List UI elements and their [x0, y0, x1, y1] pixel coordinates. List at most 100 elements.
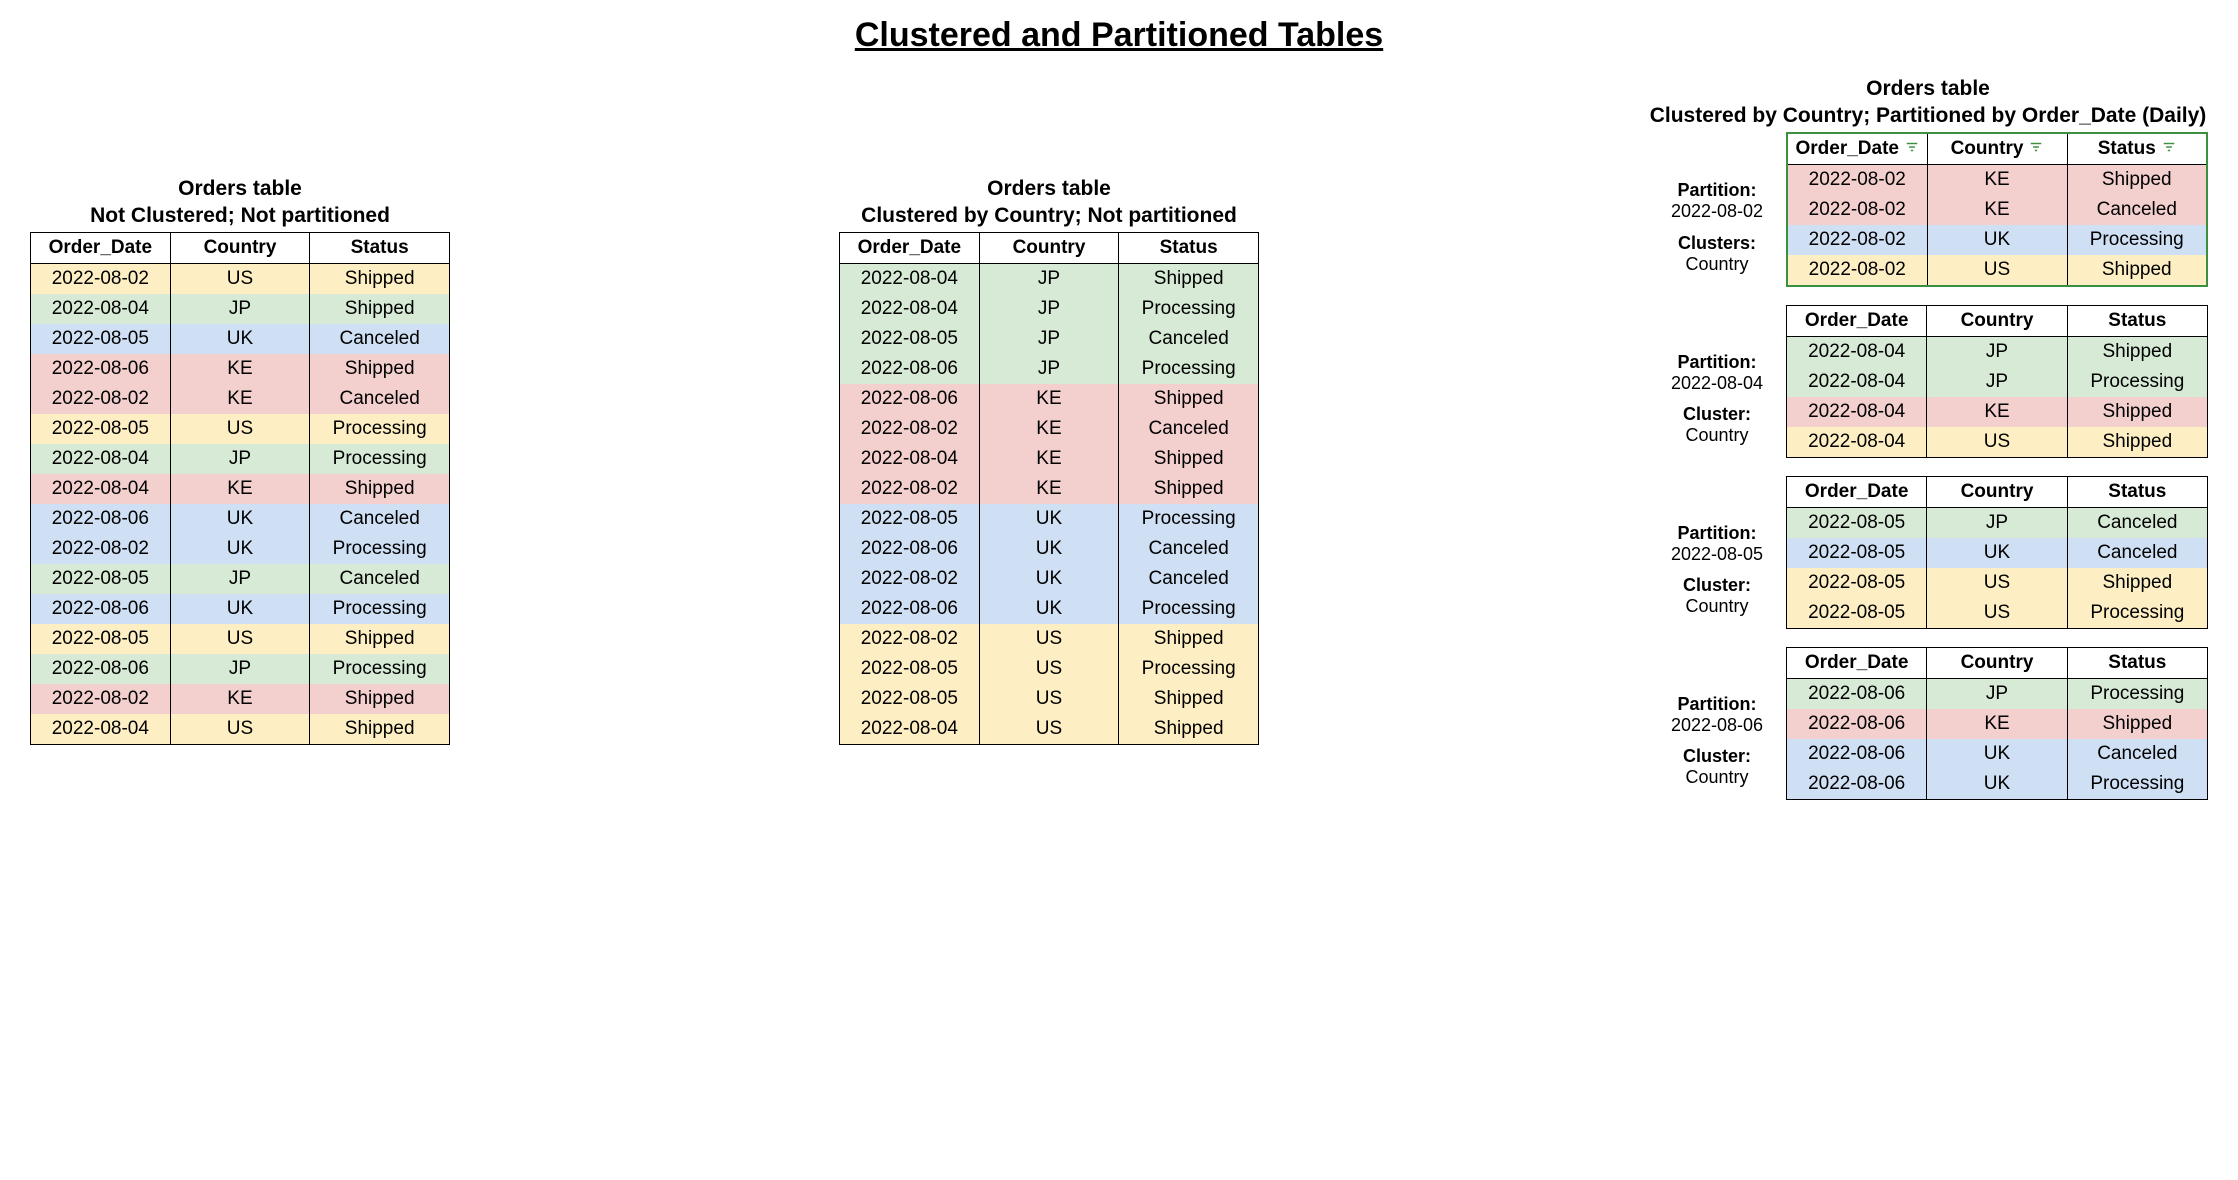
- cell-country: UK: [1927, 538, 2067, 568]
- cell-order-date: 2022-08-05: [31, 414, 171, 444]
- cell-country: US: [170, 414, 310, 444]
- column-header: Order_Date: [840, 232, 980, 263]
- table-row: 2022-08-05USShipped: [31, 624, 450, 654]
- cell-status: Processing: [1119, 294, 1259, 324]
- cell-country: US: [1927, 255, 2067, 286]
- cell-country: US: [1927, 568, 2067, 598]
- partition-table: Order_DateCountryStatus2022-08-06JPProce…: [1786, 647, 2208, 800]
- cell-status: Canceled: [1119, 324, 1259, 354]
- cell-country: KE: [170, 684, 310, 714]
- cluster-label: Cluster:: [1683, 746, 1751, 766]
- cell-order-date: 2022-08-05: [31, 624, 171, 654]
- partition-table: Order_DateCountryStatus2022-08-02KEShipp…: [1786, 132, 2208, 287]
- cell-country: UK: [170, 534, 310, 564]
- table-row: 2022-08-05USProcessing: [31, 414, 450, 444]
- cell-status: Canceled: [1119, 564, 1259, 594]
- cell-country: JP: [1927, 336, 2067, 367]
- cell-order-date: 2022-08-02: [840, 564, 980, 594]
- cell-status: Shipped: [1119, 384, 1259, 414]
- cell-status: Shipped: [2067, 709, 2207, 739]
- table2-title-line1: Orders table: [839, 175, 1259, 202]
- table2: Order_DateCountryStatus2022-08-04JPShipp…: [839, 232, 1259, 745]
- table-row: 2022-08-06UKProcessing: [31, 594, 450, 624]
- cell-country: KE: [170, 474, 310, 504]
- table3-title-line2: Clustered by Country; Partitioned by Ord…: [1648, 102, 2208, 129]
- cell-status: Processing: [2067, 367, 2207, 397]
- cell-order-date: 2022-08-04: [31, 714, 171, 745]
- table-row: 2022-08-06KEShipped: [1787, 709, 2208, 739]
- table-row: 2022-08-04KEShipped: [31, 474, 450, 504]
- filter-icon: [1905, 138, 1919, 160]
- cell-order-date: 2022-08-02: [840, 624, 980, 654]
- cell-country: US: [1927, 427, 2067, 458]
- cell-country: US: [979, 684, 1119, 714]
- cell-country: JP: [170, 654, 310, 684]
- table-row: 2022-08-05JPCanceled: [1787, 507, 2208, 538]
- table-row: 2022-08-02KECanceled: [840, 414, 1259, 444]
- cell-order-date: 2022-08-02: [840, 414, 980, 444]
- cell-status: Shipped: [310, 263, 450, 294]
- cell-country: UK: [170, 324, 310, 354]
- cell-order-date: 2022-08-06: [840, 354, 980, 384]
- cell-order-date: 2022-08-06: [1787, 678, 1927, 709]
- table-row: 2022-08-04KEShipped: [1787, 397, 2208, 427]
- cell-country: KE: [979, 444, 1119, 474]
- column-header: Order_Date: [31, 232, 171, 263]
- table2-title: Orders table Clustered by Country; Not p…: [839, 175, 1259, 230]
- cell-order-date: 2022-08-02: [1787, 195, 1927, 225]
- table3-title-line1: Orders table: [1648, 75, 2208, 102]
- cell-country: UK: [170, 504, 310, 534]
- cell-country: US: [170, 624, 310, 654]
- table-row: 2022-08-04JPShipped: [840, 263, 1259, 294]
- cell-status: Canceled: [310, 504, 450, 534]
- cell-status: Processing: [310, 534, 450, 564]
- cell-country: KE: [1927, 195, 2067, 225]
- filter-icon: [2029, 138, 2043, 160]
- table-row: 2022-08-04JPShipped: [1787, 336, 2208, 367]
- cell-country: JP: [170, 444, 310, 474]
- cell-order-date: 2022-08-04: [840, 444, 980, 474]
- cell-order-date: 2022-08-05: [840, 684, 980, 714]
- cell-order-date: 2022-08-06: [1787, 739, 1927, 769]
- cell-country: JP: [1927, 678, 2067, 709]
- cell-status: Shipped: [2067, 336, 2207, 367]
- cell-order-date: 2022-08-05: [840, 324, 980, 354]
- cell-country: UK: [1927, 739, 2067, 769]
- table-row: 2022-08-05UKCanceled: [31, 324, 450, 354]
- cell-order-date: 2022-08-06: [1787, 709, 1927, 739]
- table-row: 2022-08-06KEShipped: [840, 384, 1259, 414]
- cell-order-date: 2022-08-06: [1787, 769, 1927, 800]
- cell-order-date: 2022-08-05: [840, 654, 980, 684]
- cell-status: Shipped: [310, 474, 450, 504]
- cell-country: JP: [979, 294, 1119, 324]
- cell-status: Processing: [310, 654, 450, 684]
- cell-status: Shipped: [310, 294, 450, 324]
- partition-label: Partition:: [1678, 694, 1757, 714]
- partition-label: Partition:: [1678, 180, 1757, 200]
- column-header: Status: [2067, 647, 2207, 678]
- cell-status: Processing: [2067, 678, 2207, 709]
- cell-status: Shipped: [1119, 714, 1259, 745]
- cell-country: US: [170, 263, 310, 294]
- table-row: 2022-08-05UKCanceled: [1787, 538, 2208, 568]
- table-row: 2022-08-06JPProcessing: [840, 354, 1259, 384]
- cluster-value: Country: [1685, 596, 1748, 616]
- table-row: 2022-08-05USShipped: [840, 684, 1259, 714]
- cell-status: Processing: [2067, 225, 2207, 255]
- cell-order-date: 2022-08-04: [840, 263, 980, 294]
- table1-title-line1: Orders table: [30, 175, 450, 202]
- cell-order-date: 2022-08-06: [840, 594, 980, 624]
- column-header: Status: [2067, 133, 2207, 165]
- table-row: 2022-08-02KECanceled: [31, 384, 450, 414]
- cell-order-date: 2022-08-02: [1787, 255, 1927, 286]
- cell-status: Processing: [1119, 504, 1259, 534]
- table-row: 2022-08-02KECanceled: [1787, 195, 2207, 225]
- cell-country: KE: [979, 474, 1119, 504]
- cell-status: Shipped: [2067, 255, 2207, 286]
- partition-value: 2022-08-02: [1671, 201, 1763, 221]
- table-row: 2022-08-02UKCanceled: [840, 564, 1259, 594]
- cell-status: Shipped: [2067, 397, 2207, 427]
- cell-status: Processing: [310, 444, 450, 474]
- table-not-clustered: Orders table Not Clustered; Not partitio…: [30, 175, 450, 745]
- cell-order-date: 2022-08-04: [31, 294, 171, 324]
